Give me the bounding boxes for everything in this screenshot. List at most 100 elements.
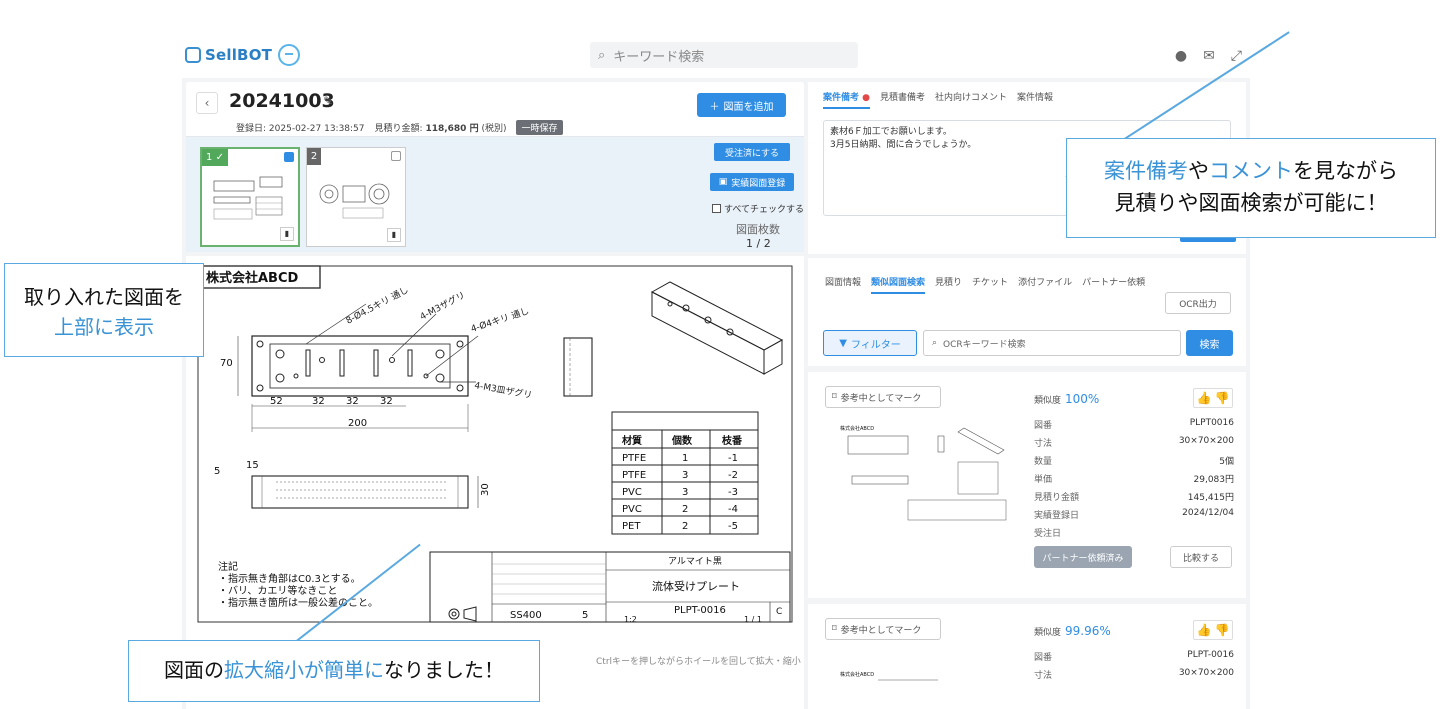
drawing-count-value: 1 / 2 xyxy=(746,237,771,250)
revision: C xyxy=(776,607,782,617)
thumbnail-number: 1 ✓ xyxy=(202,149,228,166)
tab-project-notes[interactable]: 案件備考 ● xyxy=(823,90,871,109)
result-card: ⌑ 参考中としてマーク 株式会社ABCD 類似度 100% 👍 👎 図番 PLPT00… xyxy=(808,372,1246,598)
mark-ordered-button[interactable]: 受注済にする xyxy=(714,143,790,161)
tab-attachments[interactable]: 添付ファイル xyxy=(1018,275,1072,294)
callout-text: 4-Ø4キリ 通し xyxy=(470,306,531,335)
rating-buttons: 👍 👎 xyxy=(1193,620,1233,640)
table-cell: 2 xyxy=(682,504,688,515)
unread-dot-icon: ● xyxy=(862,93,871,103)
isometric-view xyxy=(650,281,784,375)
search-placeholder: キーワード検索 xyxy=(613,49,705,65)
thumbs-up-icon[interactable]: 👍 xyxy=(1197,623,1212,637)
register-result-drawing-button[interactable]: ▣ 実績図面登録 xyxy=(710,173,794,191)
compare-button[interactable]: 比較する xyxy=(1170,546,1232,568)
logo-mark-icon xyxy=(185,47,201,63)
add-drawing-label: 図面を追加 xyxy=(723,101,774,113)
dimension-label: 200 xyxy=(348,418,367,429)
similar-search-panel: 図面情報 類似図面検索 見積り チケット 添付ファイル パートナー依頼 OCR出… xyxy=(808,258,1246,709)
mail-icon[interactable]: ✉ xyxy=(1203,48,1215,64)
plus-icon: ＋ xyxy=(709,101,720,113)
field-row: 数量 5個 xyxy=(1034,457,1234,467)
result-card: ⌑ 参考中としてマーク 株式会社ABCD 類似度 99.96% 👍 👎 図番 PLPT… xyxy=(808,604,1246,709)
file-icon[interactable]: ▮ xyxy=(387,228,401,242)
user-icon[interactable]: ● xyxy=(1175,48,1187,64)
table-cell: -5 xyxy=(728,521,738,532)
temp-save-badge: 一時保存 xyxy=(516,120,563,135)
tab-similar-search[interactable]: 類似図面検索 xyxy=(871,275,926,294)
dimension-label: 70 xyxy=(220,358,233,369)
field-row: 図番 PLPT-0016 xyxy=(1034,650,1234,663)
table-header: 材質 xyxy=(622,434,642,447)
top-icons: ● ✉ ⤢ xyxy=(1175,48,1242,64)
top-bar: SellBOT ⌕ キーワード検索 ● ✉ ⤢ xyxy=(182,36,1250,78)
finish-text: アルマイト黒 xyxy=(668,556,722,567)
mark-reference-button[interactable]: ⌑ 参考中としてマーク xyxy=(825,618,941,640)
dimension-label: 32 xyxy=(312,396,325,407)
thumbnail-drawing xyxy=(319,183,390,219)
mark-reference-button[interactable]: ⌑ 参考中としてマーク xyxy=(825,386,941,408)
callout-text: 4-M3皿ザグリ xyxy=(473,379,533,401)
ocr-search-input[interactable]: ⌕ OCRキーワード検索 xyxy=(923,330,1181,356)
thumbnail-checkbox[interactable] xyxy=(391,151,401,161)
thumbs-up-icon[interactable]: 👍 xyxy=(1197,391,1212,405)
search-button[interactable]: 検索 xyxy=(1186,330,1233,356)
ocr-output-button[interactable]: OCR出力 xyxy=(1165,292,1231,314)
robot-mascot-icon xyxy=(278,44,301,66)
drawing-thumbnail-1[interactable]: 1 ✓ ▮ xyxy=(200,147,300,247)
dimension-label: 32 xyxy=(380,396,393,407)
tab-project-info[interactable]: 案件情報 xyxy=(1017,90,1053,109)
sheet-number: 1 / 1 xyxy=(744,615,762,624)
registered-label: 登録日: xyxy=(236,124,267,134)
search-tabs: 図面情報 類似図面検索 見積り チケット 添付ファイル パートナー依頼 xyxy=(825,275,1145,294)
bookmark-icon: ⌑ xyxy=(832,392,837,402)
field-row: 見積り金額 145,415円 xyxy=(1034,493,1234,503)
thumbnail-strip: 1 ✓ ▮ 2 ▮ 受注済にする ▣ 実績図面登録 xyxy=(186,136,804,252)
dimension-label: 5 xyxy=(214,466,220,477)
part-number: PLPT-0016 xyxy=(674,605,726,616)
doc-meta: 登録日: 2025-02-27 13:38:57 見積り金額: 118,680 … xyxy=(236,120,563,135)
field-row: 図番 PLPT0016 xyxy=(1034,418,1234,431)
bookmark-icon: ⌑ xyxy=(832,624,837,634)
file-icon[interactable]: ▮ xyxy=(280,227,294,241)
tab-partner-request[interactable]: パートナー依頼 xyxy=(1082,275,1145,294)
thumbs-down-icon[interactable]: 👎 xyxy=(1215,391,1230,405)
edit-icon[interactable]: ✎ xyxy=(323,94,333,108)
table-cell: -1 xyxy=(728,453,738,464)
tab-drawing-info[interactable]: 図面情報 xyxy=(825,275,861,294)
table-cell: PTFE xyxy=(622,453,646,464)
drawing-thumbnail-2[interactable]: 2 ▮ xyxy=(306,147,406,247)
chevron-left-icon: ‹ xyxy=(204,96,210,110)
callout-drawing-top: 取り入れた図面を 上部に表示 xyxy=(4,263,204,357)
tab-internal-comments[interactable]: 社内向けコメント xyxy=(935,90,1007,109)
note-line: ・指示無き角部はC0.3とする。 xyxy=(218,572,361,585)
tab-quote-notes[interactable]: 見積書備考 xyxy=(880,90,925,109)
drawing-count-label: 図面枚数 xyxy=(736,223,780,236)
thumbs-down-icon[interactable]: 👎 xyxy=(1215,623,1230,637)
tab-ticket[interactable]: チケット xyxy=(972,275,1008,294)
table-header: 枝番 xyxy=(721,434,743,447)
add-drawing-button[interactable]: ＋ 図面を追加 xyxy=(697,93,786,117)
table-cell: -3 xyxy=(728,487,738,498)
thumbnail-checkbox[interactable] xyxy=(284,152,294,162)
partner-requested-button[interactable]: パートナー依頼済み xyxy=(1034,546,1132,568)
scale: 1:2 xyxy=(624,615,637,624)
check-all-toggle[interactable]: すべてチェックする xyxy=(712,202,804,215)
filter-button[interactable]: ▼ フィルター xyxy=(823,330,917,356)
check-all-checkbox[interactable] xyxy=(712,204,721,213)
app-window: SellBOT ⌕ キーワード検索 ● ✉ ⤢ ‹ 20241003 ✎ 登録日… xyxy=(182,36,1250,709)
result-thumbnail[interactable]: 株式会社ABCD xyxy=(838,422,1008,522)
table-cell: PTFE xyxy=(622,470,646,481)
field-row: 寸法 30×70×200 xyxy=(1034,668,1234,681)
title-block: アルマイト黒 流体受けプレート SS400 5 PLPT-0016 C 1:2 … xyxy=(429,551,791,624)
notes-tabs: 案件備考 ● 見積書備考 社内向けコメント 案件情報 xyxy=(823,90,1053,109)
table-cell: -2 xyxy=(728,470,738,481)
keyword-search-input[interactable]: ⌕ キーワード検索 xyxy=(590,42,858,68)
material-text: SS400 xyxy=(510,610,542,621)
table-cell: 2 xyxy=(682,521,688,532)
logo[interactable]: SellBOT xyxy=(185,44,301,66)
back-button[interactable]: ‹ xyxy=(196,92,218,114)
similarity: 類似度 100% xyxy=(1034,392,1100,406)
result-thumbnail[interactable]: 株式会社ABCD xyxy=(838,668,1008,708)
tab-estimate[interactable]: 見積り xyxy=(935,275,962,294)
